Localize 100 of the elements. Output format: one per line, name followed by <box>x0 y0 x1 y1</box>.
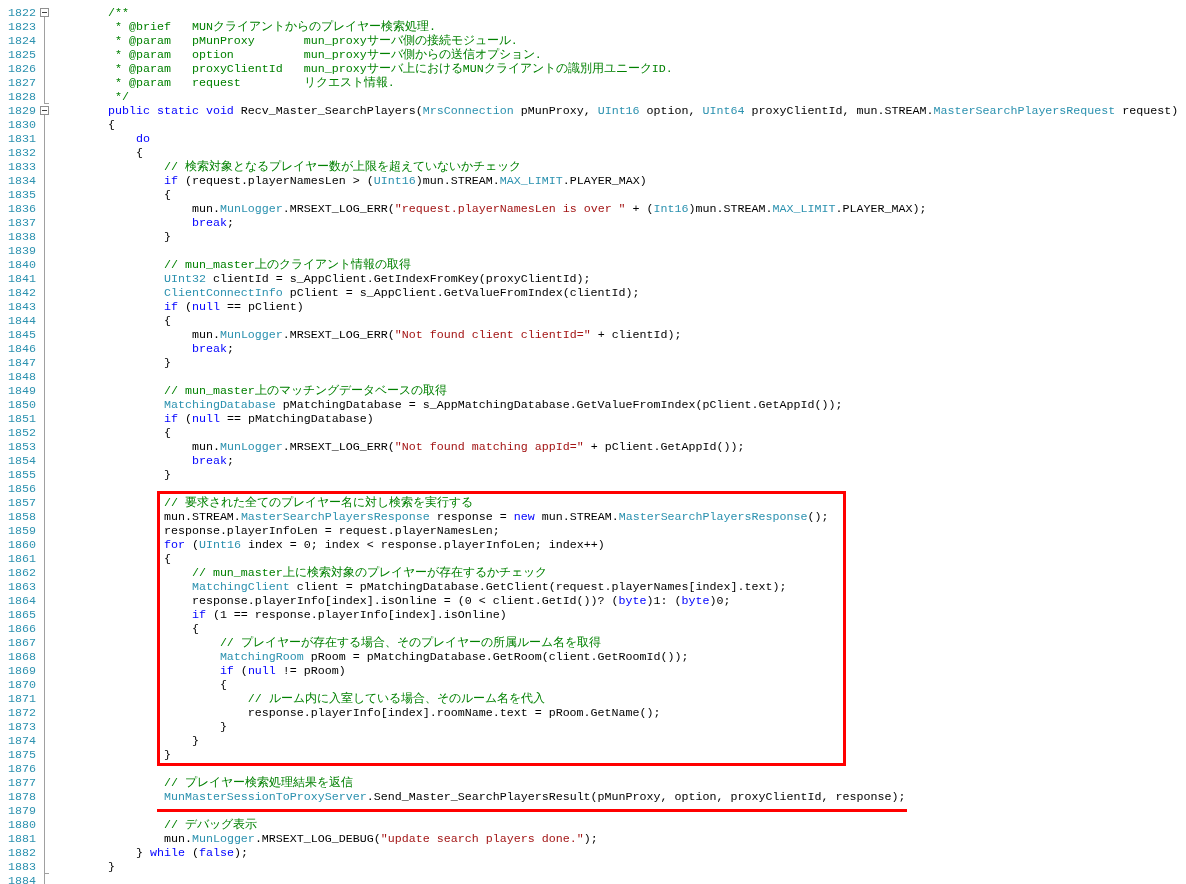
code-line: mun.MunLogger.MRSEXT_LOG_ERR("request.playerNamesLen is over " + (Int16)mun.STREAM.MAX_LIMIT.PLAYER_MAX); <box>190 202 927 216</box>
line-number: 1828 <box>7 90 36 104</box>
line-number: 1882 <box>7 846 36 860</box>
line-number: 1875 <box>7 748 36 762</box>
code-comment: // プレイヤー検索処理結果を返信 <box>162 776 353 790</box>
line-number: 1848 <box>7 370 36 384</box>
line-number: 1823 <box>7 20 36 34</box>
line-number: 1825 <box>7 48 36 62</box>
line-number: 1853 <box>7 440 36 454</box>
line-number: 1862 <box>7 566 36 580</box>
line-number: 1845 <box>7 328 36 342</box>
code-line: MunMasterSessionToProxyServer.Send_Master_SearchPlayersResult(pMunProxy, option, proxyClientId, response); <box>162 790 906 804</box>
code-line: } <box>162 748 171 762</box>
line-number: 1837 <box>7 216 36 230</box>
line-number: 1873 <box>7 720 36 734</box>
line-number: 1867 <box>7 636 36 650</box>
line-number: 1850 <box>7 398 36 412</box>
code-line: MatchingRoom pRoom = pMatchingDatabase.GetRoom(client.GetRoomId()); <box>218 650 689 664</box>
collapse-icon[interactable] <box>40 8 49 17</box>
code-line: { <box>162 552 171 566</box>
code-comment: * @param option mun_proxyサーバ側からの送信オプション. <box>113 48 542 62</box>
line-number: 1858 <box>7 510 36 524</box>
code-line: { <box>106 118 115 132</box>
line-number: 1831 <box>7 132 36 146</box>
code-line: mun.STREAM.MasterSearchPlayersResponse response = new mun.STREAM.MasterSearchPlayersResponse(); <box>162 510 829 524</box>
code-line: response.playerInfo[index].isOnline = (0 < client.GetId())? (byte)1: (byte)0; <box>190 594 731 608</box>
code-comment: */ <box>113 90 129 104</box>
code-line: } <box>218 720 227 734</box>
code-line: } <box>162 230 171 244</box>
code-line: mun.MunLogger.MRSEXT_LOG_ERR("Not found client clientId=" + clientId); <box>190 328 682 342</box>
line-number: 1835 <box>7 188 36 202</box>
line-number: 1864 <box>7 594 36 608</box>
code-line: ClientConnectInfo pClient = s_AppClient.GetValueFromIndex(clientId); <box>162 286 640 300</box>
line-number: 1872 <box>7 706 36 720</box>
code-comment: // mun_master上のマッチングデータベースの取得 <box>162 384 447 398</box>
code-comment: * @param proxyClientId mun_proxyサーバ上におけるMUNクライアントの識別用ユニークID. <box>113 62 673 76</box>
code-line: mun.MunLogger.MRSEXT_LOG_DEBUG("update search players done."); <box>162 832 598 846</box>
code-comment: // 検索対象となるプレイヤー数が上限を超えていないかチェック <box>162 160 521 174</box>
line-number: 1880 <box>7 818 36 832</box>
line-number: 1854 <box>7 454 36 468</box>
code-comment: // デバッグ表示 <box>162 818 257 832</box>
code-comment: * @param pMunProxy mun_proxyサーバ側の接続モジュール. <box>113 34 518 48</box>
line-number: 1839 <box>7 244 36 258</box>
code-comment: * @brief MUNクライアントからのプレイヤー検索処理. <box>113 20 436 34</box>
line-number: 1841 <box>7 272 36 286</box>
line-number: 1830 <box>7 118 36 132</box>
collapse-icon[interactable] <box>40 106 49 115</box>
line-number: 1822 <box>7 6 36 20</box>
line-number: 1874 <box>7 734 36 748</box>
code-line: mun.MunLogger.MRSEXT_LOG_ERR("Not found matching appId=" + pClient.GetAppId()); <box>190 440 745 454</box>
code-line: { <box>190 622 199 636</box>
line-number: 1842 <box>7 286 36 300</box>
line-number: 1876 <box>7 762 36 776</box>
code-line: if (null != pRoom) <box>218 664 346 678</box>
code-line: UInt32 clientId = s_AppClient.GetIndexFromKey(proxyClientId); <box>162 272 591 286</box>
code-line: MatchingClient client = pMatchingDatabase.GetClient(request.playerNames[index].text); <box>190 580 787 594</box>
code-line: } while (false); <box>134 846 248 860</box>
code-line: } <box>162 468 171 482</box>
line-number: 1883 <box>7 860 36 874</box>
line-number: 1843 <box>7 300 36 314</box>
line-number: 1840 <box>7 258 36 272</box>
code-line: if (request.playerNamesLen > (UInt16)mun.STREAM.MAX_LIMIT.PLAYER_MAX) <box>162 174 647 188</box>
line-number: 1868 <box>7 650 36 664</box>
code-line: { <box>134 146 143 160</box>
line-number: 1836 <box>7 202 36 216</box>
code-line: { <box>162 188 171 202</box>
line-number: 1861 <box>7 552 36 566</box>
line-number: 1824 <box>7 34 36 48</box>
code-line: do <box>134 132 150 146</box>
code-line: public static void Recv_Master_SearchPlayers(MrsConnection pMunProxy, UInt16 option, UInt64 proxyClientId, mun.STREAM.MasterSearchPlayersRequest request) <box>106 104 1179 118</box>
code-line: { <box>218 678 227 692</box>
line-number: 1869 <box>7 664 36 678</box>
line-number: 1866 <box>7 622 36 636</box>
line-number: 1863 <box>7 580 36 594</box>
code-line: response.playerInfo[index].roomName.text = pRoom.GetName(); <box>246 706 661 720</box>
line-number: 1860 <box>7 538 36 552</box>
code-line: if (1 == response.playerInfo[index].isOnline) <box>190 608 507 622</box>
code-line: } <box>106 860 115 874</box>
line-number: 1857 <box>7 496 36 510</box>
line-number: 1852 <box>7 426 36 440</box>
line-number: 1838 <box>7 230 36 244</box>
line-number: 1834 <box>7 174 36 188</box>
code-comment: // 要求された全てのプレイヤー名に対し検索を実行する <box>162 496 473 510</box>
code-line: for (UInt16 index = 0; index < response.playerInfoLen; index++) <box>162 538 605 552</box>
code-line: break; <box>190 216 234 230</box>
line-number: 1827 <box>7 76 36 90</box>
line-number: 1833 <box>7 160 36 174</box>
line-number: 1877 <box>7 776 36 790</box>
line-number: 1829 <box>7 104 36 118</box>
code-comment: // mun_master上のクライアント情報の取得 <box>162 258 411 272</box>
code-line: { <box>162 426 171 440</box>
code-comment: /** <box>106 6 129 20</box>
code-comment: * @param request リクエスト情報. <box>113 76 395 90</box>
line-number: 1859 <box>7 524 36 538</box>
code-comment: // mun_master上に検索対象のプレイヤーが存在するかチェック <box>190 566 547 580</box>
code-comment: // プレイヤーが存在する場合、そのプレイヤーの所属ルーム名を取得 <box>218 636 601 650</box>
line-number: 1846 <box>7 342 36 356</box>
code-line: MatchingDatabase pMatchingDatabase = s_AppMatchingDatabase.GetValueFromIndex(pClient.GetAppId()); <box>162 398 843 412</box>
line-number: 1870 <box>7 678 36 692</box>
code-line: if (null == pClient) <box>162 300 304 314</box>
